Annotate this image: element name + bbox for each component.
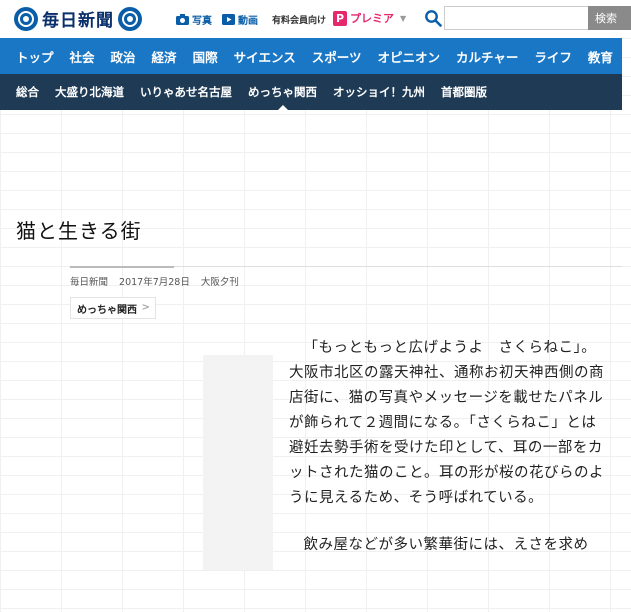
logo-emblem-icon — [14, 6, 38, 31]
logo-text: 毎日新聞 — [42, 11, 114, 31]
photo-link[interactable]: 写真 — [176, 12, 212, 27]
article-meta: 毎日新聞 2017年7月28日 大阪夕刊 — [70, 274, 247, 288]
member-label: 有料会員向け — [272, 16, 327, 26]
regional-item-kyushu[interactable]: オッショイ！九州 — [333, 84, 425, 100]
nav-item-economy[interactable]: 経済 — [152, 47, 177, 66]
article-source: 毎日新聞 — [70, 277, 109, 288]
regional-item-shutoken[interactable]: 首都圏版 — [441, 84, 487, 100]
nav-item-politics[interactable]: 政治 — [111, 47, 136, 66]
regional-item-general[interactable]: 総合 — [16, 84, 39, 100]
article-paragraph: 「もっともっと広げようよ さくらねこ」。大阪市北区の露天神社、通称お初天神西側の… — [289, 340, 604, 506]
page: 毎日新聞 写真 動画 有料会員向け P プレミア ▼ 検索 トップ 社会 政治 … — [0, 0, 631, 612]
category-tag-label: めっちゃ関西 — [77, 304, 137, 316]
media-links: 写真 動画 — [176, 12, 268, 27]
video-play-icon — [222, 14, 235, 25]
nav-item-international[interactable]: 国際 — [193, 47, 218, 66]
logo-emblem-icon — [118, 6, 142, 31]
nav-item-life[interactable]: ライフ — [534, 47, 572, 66]
camera-icon — [176, 14, 189, 25]
video-link[interactable]: 動画 — [222, 12, 258, 27]
article-title: 猫と生きる街 — [16, 219, 142, 243]
search-icon — [425, 10, 442, 27]
photo-link-label: 写真 — [192, 16, 212, 27]
caret-down-icon: ▼ — [400, 13, 407, 23]
premier-menu[interactable]: P プレミア ▼ — [333, 10, 406, 26]
nav-item-top[interactable]: トップ — [16, 47, 54, 66]
premier-logo-icon: P — [333, 10, 347, 26]
nav-item-society[interactable]: 社会 — [70, 47, 95, 66]
nav-item-education[interactable]: 教育 — [588, 47, 613, 66]
article-body: 「もっともっと広げようよ さくらねこ」。大阪市北区の露天神社、通称お初天神西側の… — [289, 336, 607, 580]
chevron-right-icon: > — [141, 302, 150, 313]
top-bar: 毎日新聞 写真 動画 有料会員向け P プレミア ▼ 検索 — [0, 0, 631, 38]
nav-item-sports[interactable]: スポーツ — [312, 47, 362, 66]
search-input[interactable] — [444, 6, 588, 30]
article-edition: 大阪夕刊 — [200, 277, 239, 288]
search-button[interactable]: 検索 — [588, 6, 631, 30]
article-paragraph: 飲み屋などが多い繁華街には、えさを求め — [303, 537, 589, 553]
nav-item-science[interactable]: サイエンス — [234, 47, 296, 66]
main-nav: トップ 社会 政治 経済 国際 サイエンス スポーツ オピニオン カルチャー ラ… — [0, 38, 622, 74]
video-link-label: 動画 — [238, 16, 258, 27]
article-category-tag[interactable]: めっちゃ関西 > — [70, 297, 156, 319]
regional-item-nagoya[interactable]: いりゃあせ名古屋 — [140, 84, 232, 100]
nav-item-culture[interactable]: カルチャー — [456, 47, 518, 66]
nav-item-opinion[interactable]: オピニオン — [377, 47, 440, 66]
title-divider-accent — [70, 266, 174, 268]
site-logo[interactable]: 毎日新聞 — [14, 6, 142, 31]
article-photo-placeholder — [203, 355, 273, 570]
regional-nav: 総合 大盛り北海道 いりゃあせ名古屋 めっちゃ関西 オッショイ！九州 首都圏版 — [0, 74, 622, 112]
article-date: 2017年7月28日 — [119, 277, 190, 288]
regional-item-hokkaido[interactable]: 大盛り北海道 — [55, 84, 124, 100]
premier-label: プレミア — [350, 12, 394, 25]
regional-item-kansai[interactable]: めっちゃ関西 — [248, 84, 317, 112]
